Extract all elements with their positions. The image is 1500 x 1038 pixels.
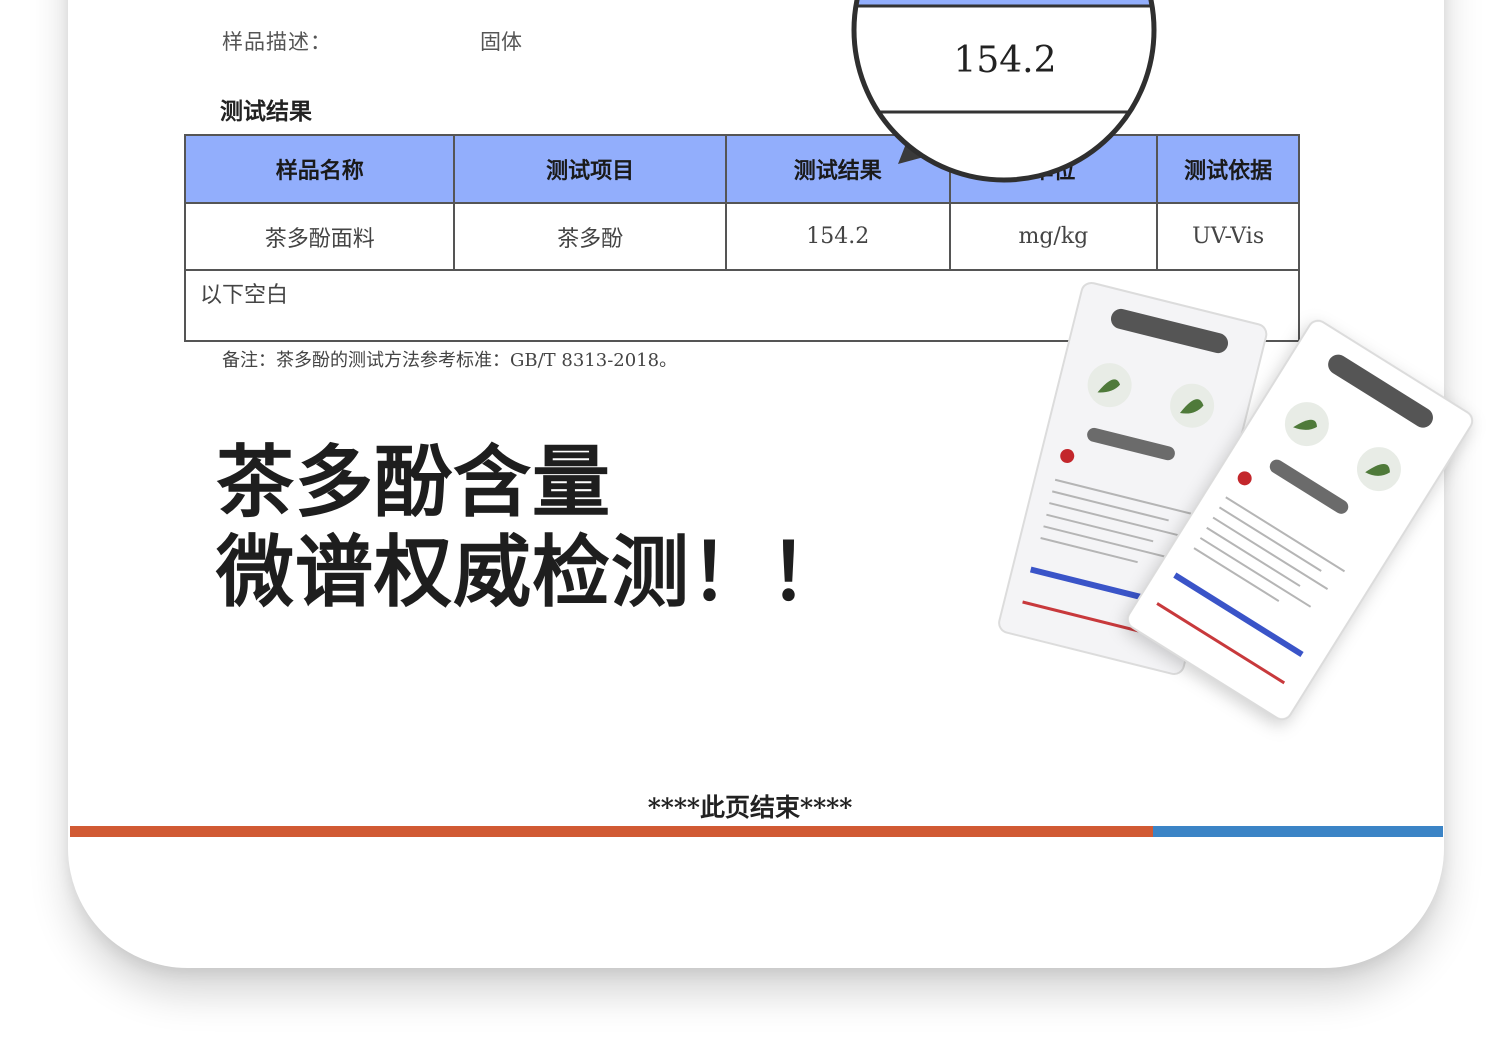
cell-test-basis: UV-Vis [1156,202,1300,271]
cell-test-result: 154.2 [724,202,951,271]
table-row: 茶多酚面料 茶多酚 154.2 mg/kg UV-Vis [183,202,1300,271]
header-test-item: 测试项目 [453,134,727,204]
magnifier-lens [851,0,1157,183]
cell-unit: mg/kg [948,202,1159,271]
headline: 茶多酚含量 微谱权威检测！！ [216,438,848,618]
headline-line-1: 茶多酚含量 [216,438,612,528]
sample-description-value: 固体 [480,30,522,54]
cell-sample-name: 茶多酚面料 [183,202,456,271]
header-sample-name: 样品名称 [183,134,456,204]
test-method-note: 备注：茶多酚的测试方法参考标准：GB/T 8313-2018。 [222,350,678,371]
headline-line-2: 微谱权威检测！！ [216,528,849,618]
results-section-title: 测试结果 [220,98,312,125]
page: 样品描述： 固体 测试结果 样品名称 测试项目 测试结果 单位 测试依据 茶多酚… [0,0,1500,1038]
page-end-text: ****此页结束**** [647,793,853,822]
sample-description-label: 样品描述： [222,30,332,54]
magnified-result-value: 154.2 [953,40,1057,81]
report-brochures-image [998,281,1474,721]
accent-bar-orange [70,826,1153,837]
cell-test-item: 茶多酚 [453,202,727,271]
accent-bar-blue [1153,826,1443,837]
